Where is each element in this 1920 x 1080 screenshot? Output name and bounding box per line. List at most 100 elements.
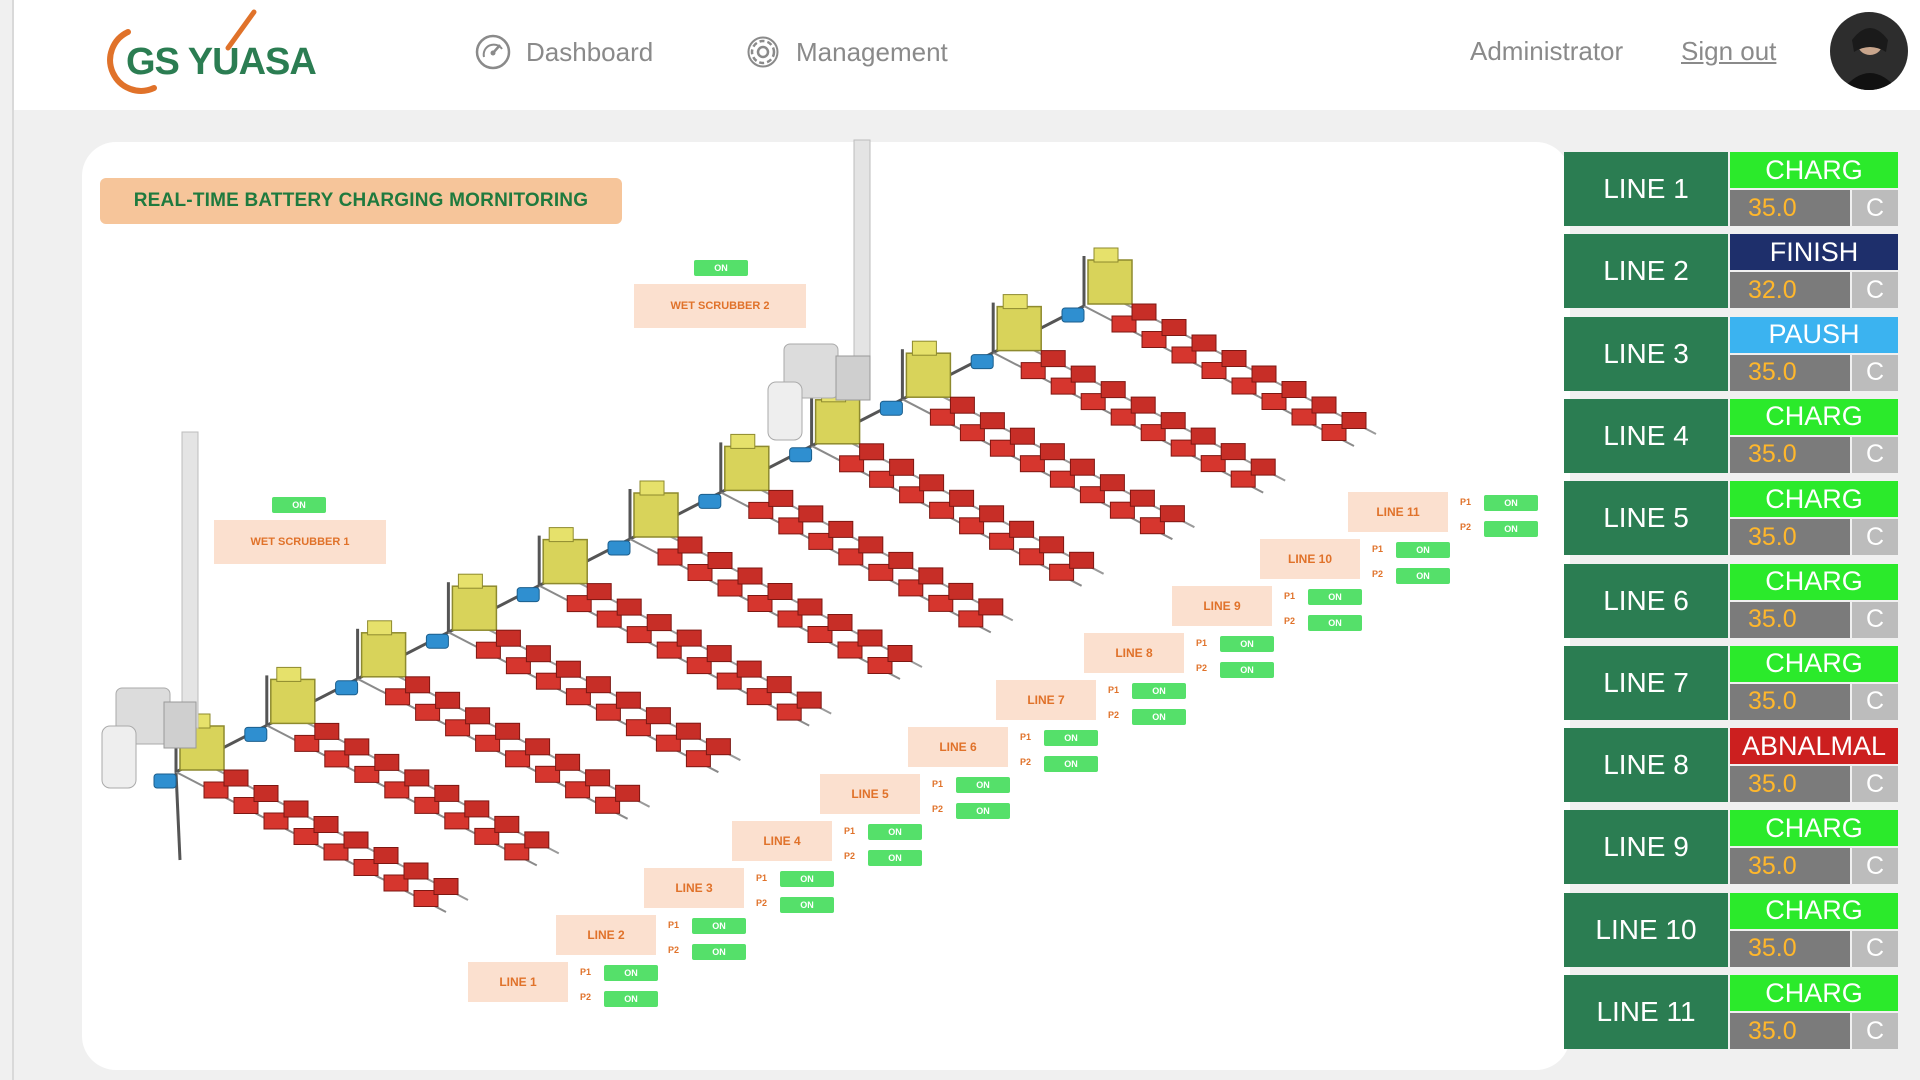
pump bbox=[153, 773, 177, 789]
charger-top bbox=[367, 620, 393, 636]
status-row-line-5[interactable]: LINE 5 CHARG 35.0 C bbox=[1564, 481, 1898, 556]
status-temperature-unit: C bbox=[1852, 354, 1898, 391]
battery-block bbox=[1070, 365, 1096, 383]
status-row-line-2[interactable]: LINE 2 FINISH 32.0 C bbox=[1564, 234, 1898, 309]
battery-block bbox=[313, 816, 339, 833]
battery-block bbox=[766, 676, 792, 694]
wet-scrubber-2-status: ON bbox=[694, 260, 748, 276]
line-p1-label: P1 bbox=[1372, 544, 1384, 554]
status-row-line-10[interactable]: LINE 10 CHARG 35.0 C bbox=[1564, 892, 1898, 967]
line-map-label[interactable]: LINE 8 bbox=[1084, 633, 1184, 673]
battery-block bbox=[495, 722, 521, 740]
rail-post bbox=[174, 771, 182, 861]
battery-block bbox=[737, 567, 763, 585]
battery-block bbox=[283, 800, 309, 818]
charger-top bbox=[548, 527, 574, 543]
wet-scrubber-1-tower bbox=[101, 431, 199, 789]
battery-block bbox=[585, 676, 611, 694]
status-temperature-value: 35.0 bbox=[1730, 601, 1850, 638]
battery-block bbox=[525, 738, 551, 756]
line-map-label[interactable]: LINE 2 bbox=[556, 915, 656, 955]
line-p2-status: ON bbox=[1220, 662, 1274, 678]
line-p1-status: ON bbox=[604, 965, 658, 981]
line-map-label[interactable]: LINE 6 bbox=[908, 727, 1008, 767]
line-map-label[interactable]: LINE 5 bbox=[820, 774, 920, 814]
status-row-line-11[interactable]: LINE 11 CHARG 35.0 C bbox=[1564, 975, 1898, 1049]
battery-block bbox=[433, 878, 459, 895]
battery-block bbox=[798, 505, 824, 523]
line-map-label[interactable]: LINE 11 bbox=[1348, 492, 1448, 532]
battery-block bbox=[494, 815, 520, 833]
charger-cabinet bbox=[633, 492, 679, 538]
status-temperature-value: 35.0 bbox=[1730, 519, 1850, 556]
status-row-line-8[interactable]: LINE 8 ABNALMAL 35.0 C bbox=[1564, 728, 1898, 803]
pump bbox=[607, 540, 631, 556]
status-state-badge: CHARG bbox=[1730, 810, 1898, 847]
line-p1-status: ON bbox=[692, 918, 746, 934]
line-p1-label: P1 bbox=[1020, 732, 1032, 742]
pump bbox=[425, 633, 449, 649]
status-state-badge: CHARG bbox=[1730, 152, 1898, 188]
status-line-name: LINE 4 bbox=[1564, 398, 1728, 473]
line-map-label[interactable]: LINE 9 bbox=[1172, 586, 1272, 626]
battery-block bbox=[405, 676, 431, 694]
line-map-label[interactable]: LINE 4 bbox=[732, 821, 832, 861]
status-temperature-value: 32.0 bbox=[1730, 272, 1850, 309]
pump bbox=[789, 447, 813, 463]
battery-block bbox=[1251, 365, 1277, 383]
battery-block bbox=[615, 784, 641, 802]
status-row-line-7[interactable]: LINE 7 CHARG 35.0 C bbox=[1564, 645, 1898, 720]
status-row-line-3[interactable]: LINE 3 PAUSH 35.0 C bbox=[1564, 316, 1898, 391]
line-p1-status: ON bbox=[780, 871, 834, 887]
pump bbox=[335, 680, 359, 696]
battery-block bbox=[314, 722, 340, 740]
status-temperature-unit: C bbox=[1852, 683, 1898, 720]
status-row-line-9[interactable]: LINE 9 CHARG 35.0 C bbox=[1564, 810, 1898, 885]
battery-block bbox=[1039, 536, 1065, 554]
status-temperature-unit: C bbox=[1852, 601, 1898, 638]
line-map-label[interactable]: LINE 7 bbox=[996, 680, 1096, 720]
battery-block bbox=[404, 769, 430, 787]
line-p1-status: ON bbox=[956, 777, 1010, 793]
status-row-line-4[interactable]: LINE 4 CHARG 35.0 C bbox=[1564, 398, 1898, 473]
line-p1-status: ON bbox=[1484, 495, 1538, 511]
battery-block bbox=[1191, 334, 1217, 352]
status-temperature-unit: C bbox=[1852, 519, 1898, 556]
battery-block bbox=[797, 598, 823, 616]
battery-block bbox=[1161, 319, 1187, 336]
battery-block bbox=[919, 474, 945, 492]
battery-block bbox=[949, 489, 975, 507]
battery-block bbox=[1039, 443, 1065, 461]
battery-block bbox=[253, 785, 279, 802]
wet-scrubber-2-label: WET SCRUBBER 2 bbox=[634, 284, 806, 328]
status-temperature-unit: C bbox=[1852, 436, 1898, 473]
line-p2-label: P2 bbox=[1108, 710, 1120, 720]
line-p2-label: P2 bbox=[932, 804, 944, 814]
status-line-name: LINE 5 bbox=[1564, 481, 1728, 556]
status-temperature-value: 35.0 bbox=[1730, 683, 1850, 720]
battery-block bbox=[1341, 412, 1367, 429]
battery-block bbox=[435, 691, 461, 709]
status-state-badge: CHARG bbox=[1730, 645, 1898, 682]
status-temperature-unit: C bbox=[1852, 1013, 1898, 1049]
charger-top bbox=[730, 433, 756, 449]
status-temperature-unit: C bbox=[1852, 766, 1898, 803]
line-map-label[interactable]: LINE 1 bbox=[468, 962, 568, 1002]
status-row-line-1[interactable]: LINE 1 CHARG 35.0 C bbox=[1564, 152, 1898, 226]
line-p1-status: ON bbox=[1308, 589, 1362, 605]
line-p2-status: ON bbox=[956, 803, 1010, 819]
pump bbox=[1061, 307, 1085, 323]
line-map-label[interactable]: LINE 10 bbox=[1260, 539, 1360, 579]
battery-block bbox=[706, 645, 732, 663]
charger-top bbox=[911, 340, 937, 356]
charger-cabinet bbox=[360, 632, 407, 678]
line-map-label[interactable]: LINE 3 bbox=[644, 868, 744, 908]
charger-cabinet bbox=[724, 445, 770, 492]
line-p1-status: ON bbox=[1396, 542, 1450, 558]
line-p2-status: ON bbox=[1132, 709, 1186, 725]
charger-cabinet bbox=[814, 399, 861, 445]
status-row-line-6[interactable]: LINE 6 CHARG 35.0 C bbox=[1564, 563, 1898, 638]
line-p1-status: ON bbox=[868, 824, 922, 840]
line-p1-status: ON bbox=[1132, 683, 1186, 699]
line-p1-label: P1 bbox=[1460, 497, 1472, 507]
